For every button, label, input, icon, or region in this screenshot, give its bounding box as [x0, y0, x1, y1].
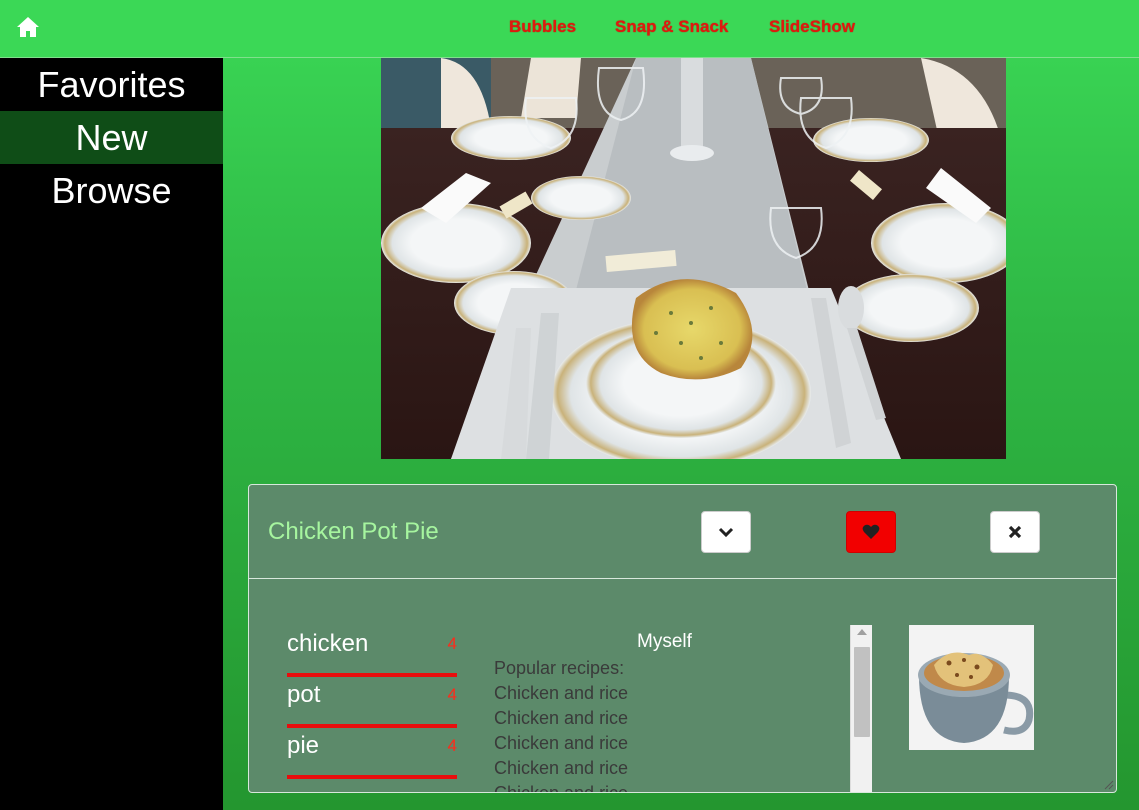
recipes-scrollbar[interactable] [850, 625, 872, 792]
resize-grip-icon[interactable] [1104, 780, 1114, 790]
sidebar-item-favorites[interactable]: Favorites [0, 58, 223, 111]
recipe-card-header: Chicken Pot Pie [249, 485, 1116, 579]
expand-button[interactable] [701, 511, 751, 553]
ingredient-item[interactable]: pot 4 [287, 677, 457, 728]
ingredient-list: chicken 4 pot 4 pie 4 [287, 626, 457, 779]
author-name: Myself [637, 631, 692, 652]
close-icon [1008, 525, 1022, 539]
popular-recipes-list: Popular recipes: Chicken and rice Chicke… [494, 656, 844, 792]
sidebar: Favorites New Browse [0, 58, 223, 810]
hero-image [381, 58, 1006, 459]
ingredient-item[interactable]: pie 4 [287, 728, 457, 779]
ingredient-item[interactable]: chicken 4 [287, 626, 457, 677]
recipe-link[interactable]: Chicken and rice [494, 756, 844, 781]
recipe-link[interactable]: Chicken and rice [494, 781, 844, 792]
scroll-up-arrow-icon[interactable] [857, 629, 867, 635]
onion-soup-photo [909, 625, 1034, 750]
nav-link-bubbles[interactable]: Bubbles [509, 17, 576, 37]
nav-link-slideshow[interactable]: SlideShow [769, 17, 855, 37]
ingredient-name: chicken [287, 630, 369, 657]
ingredient-name: pot [287, 681, 321, 708]
ingredient-count: 4 [447, 736, 457, 755]
heart-icon [862, 524, 880, 539]
popular-recipes-heading: Popular recipes: [494, 658, 625, 678]
recipe-thumbnail[interactable] [909, 625, 1034, 750]
close-button[interactable] [990, 511, 1040, 553]
nav-link-snap-and-snack[interactable]: Snap & Snack [615, 17, 728, 37]
ingredient-count: 4 [447, 685, 457, 704]
top-nav-bar: Bubbles Snap & Snack SlideShow [0, 0, 1139, 58]
sidebar-item-browse[interactable]: Browse [0, 164, 223, 217]
scroll-thumb[interactable] [854, 647, 870, 737]
recipe-link[interactable]: Chicken and rice [494, 706, 844, 731]
recipe-link[interactable]: Chicken and rice [494, 731, 844, 756]
recipe-card: Chicken Pot Pie chicken 4 pot 4 pie 4 My… [248, 484, 1117, 793]
chevron-down-icon [718, 527, 734, 538]
home-icon[interactable] [16, 16, 40, 38]
recipe-link[interactable]: Chicken and rice [494, 681, 844, 706]
sidebar-item-new[interactable]: New [0, 111, 223, 164]
ingredient-count: 4 [447, 634, 457, 653]
dinner-table-photo [381, 58, 1006, 459]
recipe-card-body: chicken 4 pot 4 pie 4 Myself Popular rec… [249, 580, 1116, 792]
favorite-button[interactable] [846, 511, 896, 553]
ingredient-name: pie [287, 732, 320, 759]
recipe-title[interactable]: Chicken Pot Pie [268, 518, 439, 546]
